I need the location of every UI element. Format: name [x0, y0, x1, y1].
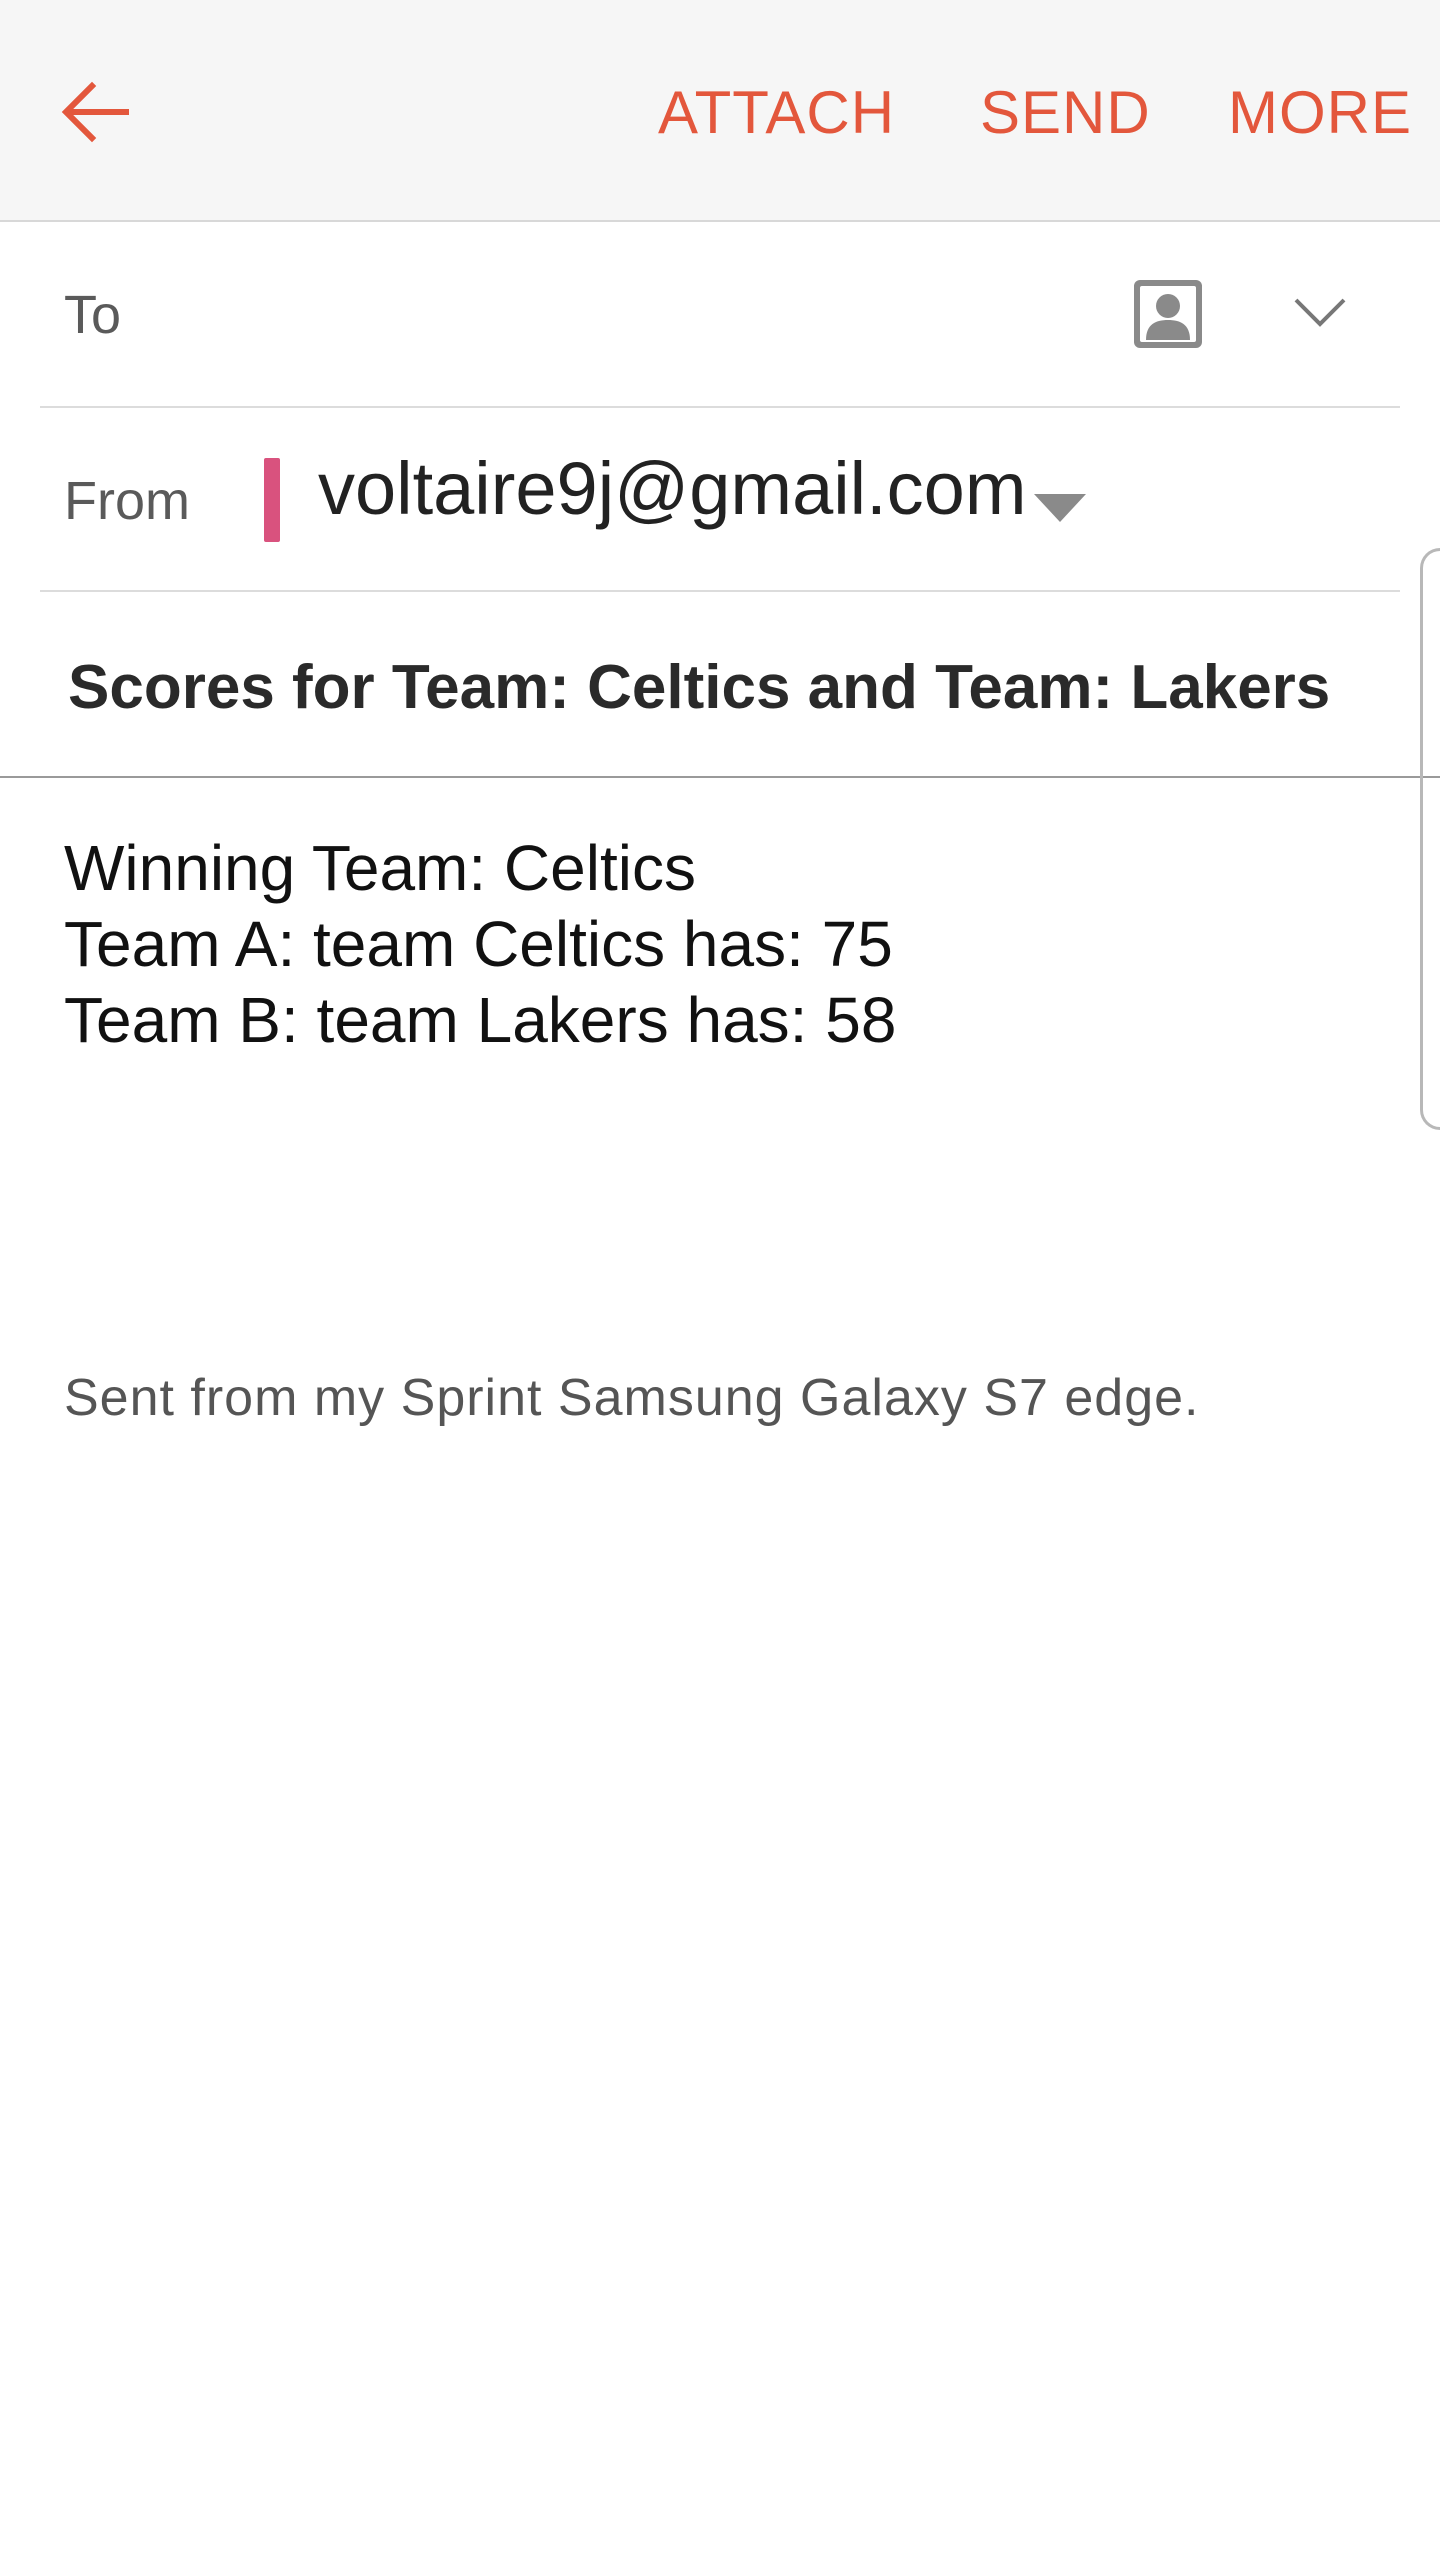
from-row: From voltaire9j@gmail.com: [40, 408, 1400, 592]
account-color-indicator: [264, 458, 280, 542]
edge-panel-handle[interactable]: [1420, 548, 1440, 1130]
send-button[interactable]: SEND: [980, 78, 1151, 148]
signature-text: Sent from my Sprint Samsung Galaxy S7 ed…: [64, 1369, 1200, 1427]
triangle-down-icon[interactable]: [1030, 490, 1090, 526]
attach-button[interactable]: ATTACH: [658, 78, 895, 148]
from-account-selector[interactable]: voltaire9j@gmail.com: [318, 446, 1026, 531]
body-line: Team B: team Lakers has: 58: [64, 984, 897, 1056]
compose-toolbar: ATTACH SEND MORE: [0, 0, 1440, 222]
subject-field[interactable]: Scores for Team: Celtics and Team: Laker…: [68, 652, 1330, 723]
to-field[interactable]: [210, 254, 1110, 374]
back-button[interactable]: [50, 64, 142, 160]
to-row: To: [40, 224, 1400, 408]
from-label: From: [64, 471, 190, 531]
more-button[interactable]: MORE: [1228, 78, 1412, 148]
contact-card-icon[interactable]: [1132, 278, 1204, 350]
message-body[interactable]: Winning Team: Celtics Team A: team Celti…: [64, 830, 1364, 1058]
chevron-down-icon[interactable]: [1290, 290, 1350, 334]
arrow-left-icon: [61, 81, 129, 143]
to-label: To: [64, 285, 122, 345]
subject-row: Scores for Team: Celtics and Team: Laker…: [0, 592, 1440, 778]
body-line: Team A: team Celtics has: 75: [64, 908, 893, 980]
body-line: Winning Team: Celtics: [64, 832, 696, 904]
